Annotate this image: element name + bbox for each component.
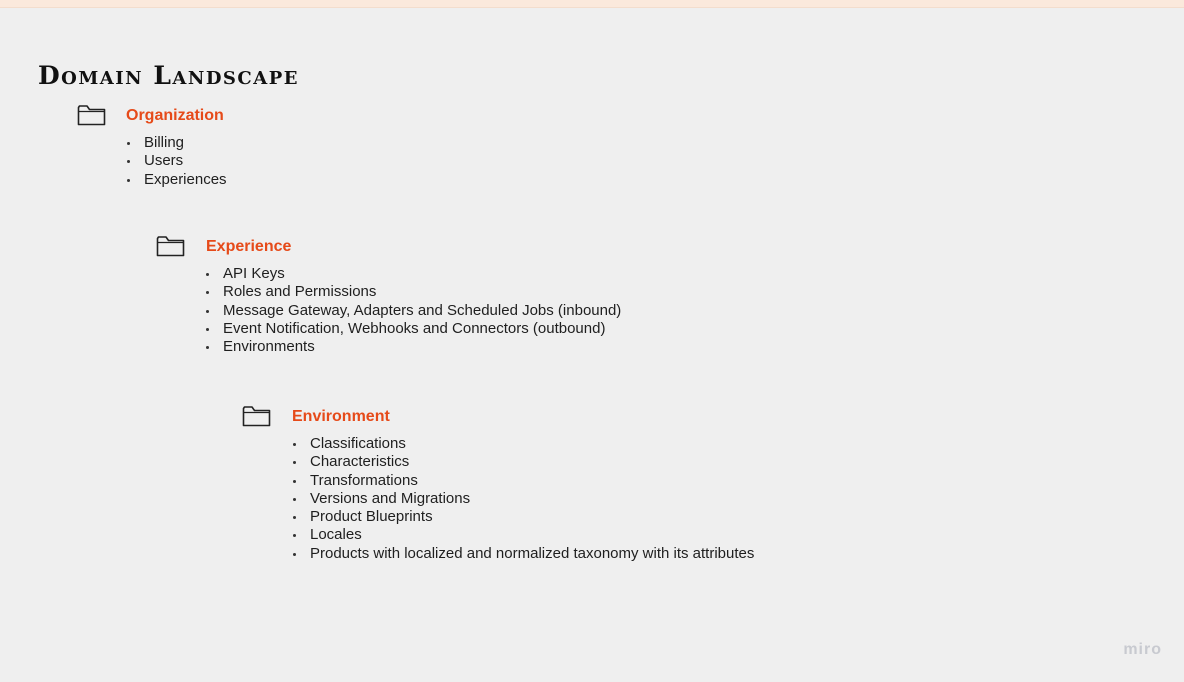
list-item: Message Gateway, Adapters and Scheduled … [206,302,621,320]
folder-icon[interactable] [77,103,107,127]
list-item: Environments [206,338,621,356]
bullet-list: Classifications Characteristics Transfor… [293,435,754,563]
list-item: Experiences [127,171,227,189]
list-item: Event Notification, Webhooks and Connect… [206,320,621,338]
list-item: Users [127,152,227,170]
miro-watermark: miro [1123,641,1162,658]
page-title: Domain Landscape [38,61,299,90]
list-item: Transformations [293,472,754,490]
folder-icon[interactable] [242,404,272,428]
bullet-list: API Keys Roles and Permissions Message G… [206,265,621,356]
list-item: API Keys [206,265,621,283]
list-item: Products with localized and normalized t… [293,545,754,563]
list-item: Roles and Permissions [206,283,621,301]
list-item: Billing [127,134,227,152]
folder-icon[interactable] [156,234,186,258]
top-strip [0,0,1184,8]
bullet-list: Billing Users Experiences [127,134,227,189]
list-item: Classifications [293,435,754,453]
list-item: Versions and Migrations [293,490,754,508]
section-title: Organization [126,107,224,124]
section-title: Experience [206,238,292,255]
section-title: Environment [292,408,390,425]
list-item: Locales [293,526,754,544]
list-item: Product Blueprints [293,508,754,526]
list-item: Characteristics [293,453,754,471]
